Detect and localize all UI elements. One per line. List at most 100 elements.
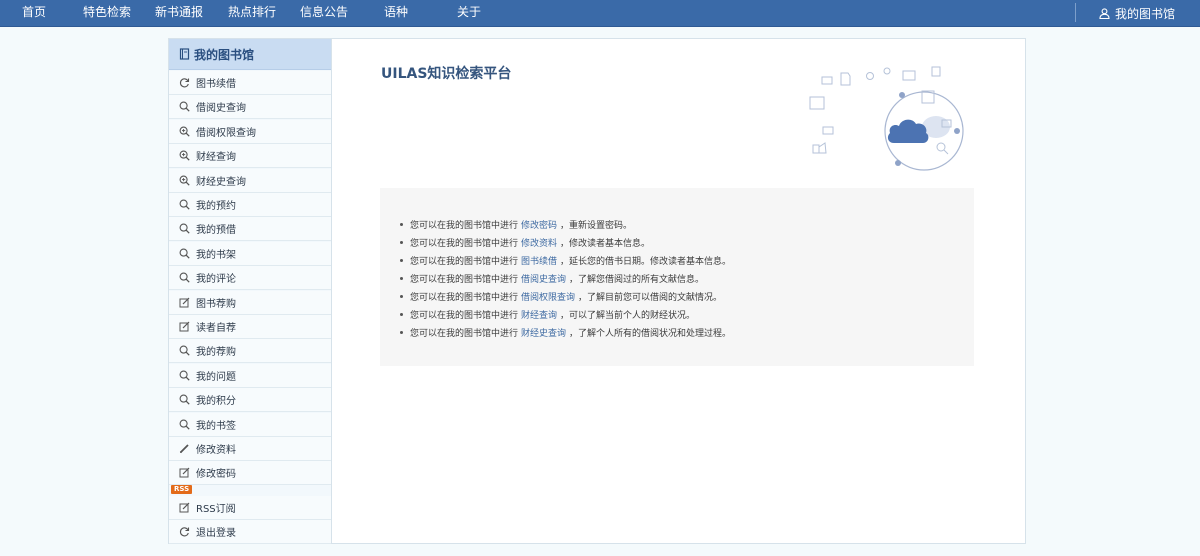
search-plus-icon bbox=[179, 150, 190, 161]
nav-languages[interactable]: 语种 bbox=[384, 0, 408, 27]
book-icon bbox=[179, 48, 190, 60]
info-suffix: ，重新设置密码。 bbox=[560, 220, 633, 231]
sidebar-item[interactable]: 我的预借 bbox=[169, 217, 331, 242]
sidebar-item[interactable]: 财经史查询 bbox=[169, 168, 331, 193]
nav-new-books[interactable]: 新书通报 bbox=[155, 0, 203, 27]
search-icon bbox=[179, 370, 190, 381]
sidebar-item[interactable]: 我的书架 bbox=[169, 241, 331, 266]
nav-about[interactable]: 关于 bbox=[457, 0, 481, 27]
edit-icon bbox=[179, 297, 190, 308]
my-library-link[interactable]: 我的图书馆 bbox=[1099, 0, 1175, 27]
bullet-icon bbox=[400, 312, 403, 316]
sidebar-item-label: 读者自荐 bbox=[196, 323, 236, 334]
cloud-illustration-icon bbox=[809, 66, 964, 171]
sidebar-item-label: 修改资料 bbox=[196, 445, 236, 456]
sidebar-item-label: 图书续借 bbox=[196, 79, 236, 90]
sidebar: 我的图书馆 图书续借借阅史查询借阅权限查询 财经查询财经史查询我的预约我的预借我的… bbox=[169, 39, 332, 545]
sidebar-item[interactable]: 借阅史查询 bbox=[169, 95, 331, 120]
refresh-icon bbox=[179, 78, 190, 88]
info-item: 您可以在我的图书馆中进行 图书续借 ，延长您的借书日期。修改读者基本信息。 bbox=[400, 251, 731, 269]
user-icon bbox=[1099, 8, 1110, 19]
info-link[interactable]: 财经史查询 bbox=[521, 326, 566, 339]
search-icon bbox=[179, 394, 190, 405]
nav-home[interactable]: 首页 bbox=[22, 0, 46, 27]
info-prefix: 您可以在我的图书馆中进行 bbox=[410, 310, 519, 321]
info-link[interactable]: 修改密码 bbox=[521, 218, 557, 231]
info-link[interactable]: 图书续借 bbox=[521, 254, 557, 267]
top-nav-bar: 首页 特色检索 新书通报 热点排行 信息公告 语种 关于 我的图书馆 bbox=[0, 0, 1200, 27]
sidebar-item[interactable]: 我的积分 bbox=[169, 388, 331, 413]
sidebar-item[interactable]: 借阅权限查询 bbox=[169, 119, 331, 144]
sidebar-item[interactable]: 我的评论 bbox=[169, 266, 331, 291]
page-title: UILAS知识检索平台 bbox=[381, 66, 512, 82]
bullet-icon bbox=[400, 258, 403, 262]
sidebar-item[interactable]: 财经查询 bbox=[169, 144, 331, 169]
search-icon bbox=[179, 345, 190, 357]
search-plus-icon bbox=[179, 175, 190, 186]
info-link[interactable]: 财经查询 bbox=[521, 308, 557, 321]
pencil-icon bbox=[179, 444, 189, 454]
sidebar-item-label: 图书荐购 bbox=[196, 298, 236, 310]
sidebar-item-label: 我的书签 bbox=[196, 420, 236, 432]
sidebar-item[interactable]: 修改密码 bbox=[169, 461, 331, 486]
sidebar-item[interactable]: 图书荐购 bbox=[169, 290, 331, 315]
info-item: 您可以在我的图书馆中进行 借阅权限查询 ，了解目前您可以借阅的文献情况。 bbox=[400, 287, 731, 305]
info-item: 您可以在我的图书馆中进行 修改密码 ，重新设置密码。 bbox=[400, 215, 731, 233]
info-suffix: ，了解个人所有的借阅状况和处理过程。 bbox=[569, 328, 732, 339]
bullet-icon bbox=[400, 294, 403, 298]
sidebar-item[interactable]: 退出登录 bbox=[169, 520, 331, 545]
search-icon bbox=[179, 101, 190, 113]
sidebar-header-label: 我的图书馆 bbox=[194, 47, 255, 62]
refresh-icon bbox=[179, 527, 190, 537]
sidebar-item-label: 财经查询 bbox=[196, 152, 236, 164]
info-item: 您可以在我的图书馆中进行 修改资料 ，修改读者基本信息。 bbox=[400, 233, 731, 251]
search-icon bbox=[179, 199, 190, 210]
info-link[interactable]: 修改资料 bbox=[521, 236, 557, 249]
sidebar-item[interactable]: 我的预约 bbox=[169, 193, 331, 217]
sidebar-item[interactable]: 修改资料 bbox=[169, 437, 331, 461]
sidebar-item-label: 修改密码 bbox=[196, 469, 236, 481]
search-plus-icon bbox=[179, 126, 190, 137]
info-prefix: 您可以在我的图书馆中进行 bbox=[410, 256, 519, 267]
sidebar-item[interactable]: 我的荐购 bbox=[169, 339, 331, 364]
info-link[interactable]: 借阅权限查询 bbox=[521, 290, 575, 303]
sidebar-item-label: 借阅史查询 bbox=[196, 103, 246, 115]
bullet-icon bbox=[400, 240, 403, 244]
bullet-icon bbox=[400, 330, 403, 334]
bullet-icon bbox=[400, 222, 403, 226]
nav-announcements[interactable]: 信息公告 bbox=[300, 0, 348, 27]
info-prefix: 您可以在我的图书馆中进行 bbox=[410, 220, 519, 231]
info-list: 您可以在我的图书馆中进行 修改密码 ，重新设置密码。 您可以在我的图书馆中进行 修改资料… bbox=[400, 215, 731, 341]
search-icon bbox=[179, 223, 190, 235]
sidebar-item-label: 财经史查询 bbox=[196, 176, 246, 188]
edit-icon bbox=[179, 467, 190, 478]
sidebar-item-label: 借阅权限查询 bbox=[196, 127, 256, 139]
rss-badge: RSS bbox=[171, 485, 193, 494]
info-suffix: ，了解您借阅过的所有文献信息。 bbox=[569, 274, 705, 285]
info-item: 您可以在我的图书馆中进行 借阅史查询 ，了解您借阅过的所有文献信息。 bbox=[400, 269, 731, 287]
info-prefix: 您可以在我的图书馆中进行 bbox=[410, 238, 519, 249]
info-panel: 您可以在我的图书馆中进行 修改密码 ，重新设置密码。 您可以在我的图书馆中进行 修改资料… bbox=[380, 188, 974, 366]
search-icon bbox=[179, 248, 190, 259]
main-content: UILAS知识检索平台 您可以在我的图书馆中进行 修改密码 ，重新设置密码。 您可以在… bbox=[332, 39, 1025, 543]
info-item: 您可以在我的图书馆中进行 财经查询 ，可以了解当前个人的财经状况。 bbox=[400, 305, 731, 323]
sidebar-item-label: 我的评论 bbox=[196, 274, 236, 286]
sidebar-item[interactable]: RSS订阅 bbox=[169, 495, 331, 520]
sidebar-item-label: 我的预借 bbox=[196, 225, 236, 237]
sidebar-item-label: 我的预约 bbox=[196, 201, 236, 212]
sidebar-item[interactable]: 读者自荐 bbox=[169, 315, 331, 339]
search-icon bbox=[179, 419, 190, 430]
info-suffix: ，延长您的借书日期。修改读者基本信息。 bbox=[560, 256, 732, 267]
nav-special-search[interactable]: 特色检索 bbox=[83, 0, 131, 27]
sidebar-item-label: RSS订阅 bbox=[196, 503, 236, 515]
sidebar-item[interactable]: 图书续借 bbox=[169, 71, 331, 95]
content-frame: 我的图书馆 图书续借 借阅史查询 借阅权限查询 财经查询 财经史查询 我的预约 我的预借 我的… bbox=[168, 38, 1026, 545]
sidebar-item[interactable]: 我的问题 bbox=[169, 363, 331, 388]
info-prefix: 您可以在我的图书馆中进行 bbox=[410, 328, 519, 339]
info-link[interactable]: 借阅史查询 bbox=[521, 272, 566, 285]
nav-hot-ranking[interactable]: 热点排行 bbox=[228, 0, 276, 27]
info-prefix: 您可以在我的图书馆中进行 bbox=[410, 274, 519, 285]
sidebar-item[interactable]: 我的书签 bbox=[169, 412, 331, 437]
sidebar-header: 我的图书馆 bbox=[169, 39, 331, 70]
sidebar-item-label: 退出登录 bbox=[196, 528, 236, 540]
